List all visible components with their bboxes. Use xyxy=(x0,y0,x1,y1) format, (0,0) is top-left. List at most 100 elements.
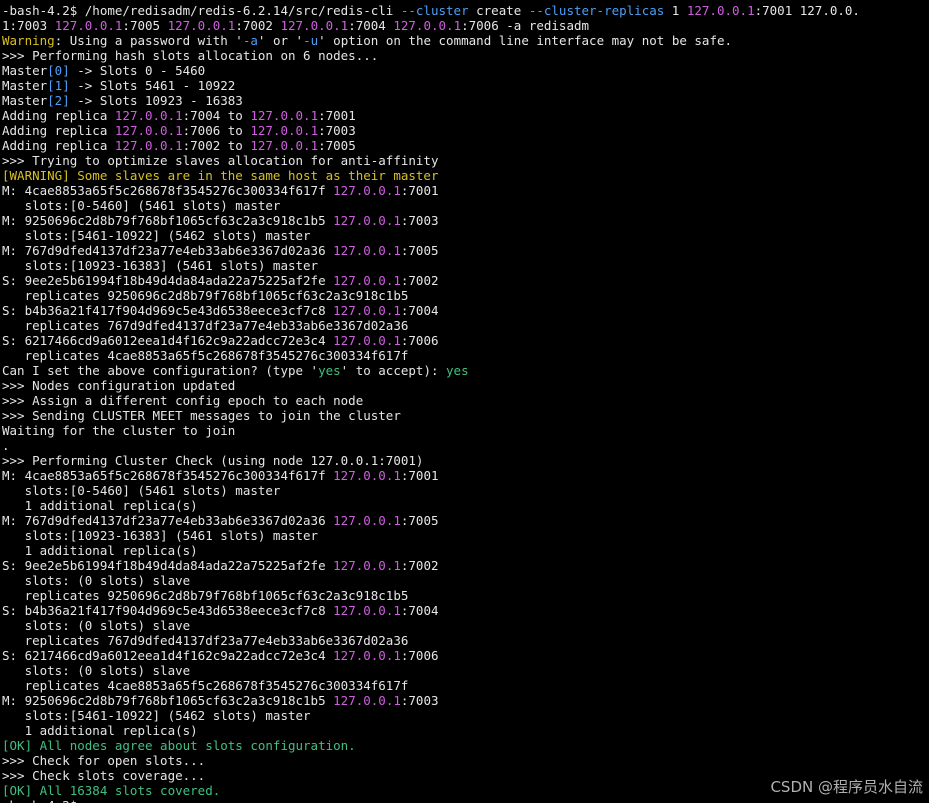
terminal-text-segment: >>> Performing Cluster Check (using node… xyxy=(2,453,424,468)
terminal-line: M: 767d9dfed4137df23a77e4eb33ab6e3367d02… xyxy=(2,243,929,258)
terminal-text-segment: 127.0.0.1 xyxy=(333,513,401,528)
terminal-line: 1:7003 127.0.0.1:7005 127.0.0.1:7002 127… xyxy=(2,18,929,33)
terminal-line: slots:[5461-10922] (5462 slots) master xyxy=(2,228,929,243)
terminal-text-segment: 1 additional replica(s) xyxy=(2,543,198,558)
terminal-line: -bash-4.2$ /home/redisadm/redis-6.2.14/s… xyxy=(2,3,929,18)
terminal-text-segment: :7003 xyxy=(400,693,439,708)
terminal-text-segment: -> Slots 0 - 5460 xyxy=(69,63,206,78)
terminal-text-segment: S: 6217466cd9a6012eea1d4f162c9a22adcc72e… xyxy=(2,333,334,348)
terminal-text-segment: slots:[0-5460] (5461 slots) master xyxy=(2,198,281,213)
terminal-text-segment: :7006 to xyxy=(182,123,251,138)
terminal-line: slots: (0 slots) slave xyxy=(2,663,929,678)
terminal-text-segment: S: 9ee2e5b61994f18b49d4da84ada22a75225af… xyxy=(2,273,334,288)
terminal-text-segment: 127.0.0.1 xyxy=(333,693,401,708)
terminal-line: slots:[10923-16383] (5461 slots) master xyxy=(2,258,929,273)
terminal-line: -bash-4.2$ xyxy=(2,798,929,803)
terminal-text-segment: 127.0.0.1 xyxy=(333,303,401,318)
terminal-text-segment: Warning xyxy=(2,33,55,48)
terminal-line: >>> Sending CLUSTER MEET messages to joi… xyxy=(2,408,929,423)
terminal-line: S: 9ee2e5b61994f18b49d4da84ada22a75225af… xyxy=(2,558,929,573)
terminal-text-segment: 127.0.0.1 xyxy=(250,123,319,138)
terminal-text-segment: :7001 xyxy=(400,468,439,483)
terminal-text-segment: S: b4b36a21f417f904d969c5e43d6538eece3cf… xyxy=(2,303,334,318)
terminal-line: >>> Check for open slots... xyxy=(2,753,929,768)
terminal-text-segment: >>> Sending CLUSTER MEET messages to joi… xyxy=(2,408,401,423)
terminal-text-segment: M: 9250696c2d8b79f768bf1065cf63c2a3c918c… xyxy=(2,693,334,708)
terminal-text-segment: --cluster-replicas xyxy=(528,3,665,18)
terminal-text-segment: replicates 9250696c2d8b79f768bf1065cf63c… xyxy=(2,588,409,603)
terminal-line: replicates 9250696c2d8b79f768bf1065cf63c… xyxy=(2,288,929,303)
terminal-text-segment: slots:[5461-10922] (5462 slots) master xyxy=(2,228,311,243)
terminal-line: M: 9250696c2d8b79f768bf1065cf63c2a3c918c… xyxy=(2,213,929,228)
terminal-line: [OK] All nodes agree about slots configu… xyxy=(2,738,929,753)
terminal-text-segment: >>> Performing hash slots allocation on … xyxy=(2,48,379,63)
terminal-line: >>> Assign a different config epoch to e… xyxy=(2,393,929,408)
terminal-line: >>> Trying to optimize slaves allocation… xyxy=(2,153,929,168)
terminal-text-segment: S: b4b36a21f417f904d969c5e43d6538eece3cf… xyxy=(2,603,334,618)
terminal-text-segment: slots: (0 slots) slave xyxy=(2,618,191,633)
terminal-text-segment: :7006 xyxy=(400,333,439,348)
terminal-text-segment: M: 767d9dfed4137df23a77e4eb33ab6e3367d02… xyxy=(2,243,334,258)
terminal-text-segment: 127.0.0.1 xyxy=(280,18,349,33)
terminal-text-segment: . xyxy=(2,438,10,453)
terminal-text-segment: -> Slots 10923 - 16383 xyxy=(69,93,243,108)
terminal-line: >>> Performing Cluster Check (using node… xyxy=(2,453,929,468)
terminal-text-segment: : Using a password with ' xyxy=(54,33,243,48)
terminal-text-segment: Can I set the above configuration? (type… xyxy=(2,363,319,378)
terminal-line: replicates 4cae8853a65f5c268678f3545276c… xyxy=(2,678,929,693)
terminal-text-segment: :7003 xyxy=(318,123,356,138)
terminal-line: Master[1] -> Slots 5461 - 10922 xyxy=(2,78,929,93)
terminal-text-segment: :7002 xyxy=(400,558,439,573)
terminal-line: slots:[0-5460] (5461 slots) master xyxy=(2,483,929,498)
terminal-text-segment: slots: (0 slots) slave xyxy=(2,663,191,678)
terminal-text-segment: 127.0.0.1 xyxy=(250,108,319,123)
terminal-text-segment: slots:[10923-16383] (5461 slots) master xyxy=(2,528,319,543)
terminal-text-segment: :7004 xyxy=(400,303,439,318)
terminal-line: Adding replica 127.0.0.1:7006 to 127.0.0… xyxy=(2,123,929,138)
terminal-text-segment: :7004 xyxy=(348,18,394,33)
terminal-text-segment: S: 9ee2e5b61994f18b49d4da84ada22a75225af… xyxy=(2,558,334,573)
terminal-text-segment: -bash-4.2$ xyxy=(2,798,85,803)
terminal-line: M: 4cae8853a65f5c268678f3545276c300334f6… xyxy=(2,468,929,483)
terminal-text-segment: [WARNING] Some slaves are in the same ho… xyxy=(2,168,439,183)
terminal-text-segment: >>> Trying to optimize slaves allocation… xyxy=(2,153,439,168)
terminal-line: S: b4b36a21f417f904d969c5e43d6538eece3cf… xyxy=(2,603,929,618)
terminal-line: [WARNING] Some slaves are in the same ho… xyxy=(2,168,929,183)
terminal-text-segment: slots: (0 slots) slave xyxy=(2,573,191,588)
terminal-line: 1 additional replica(s) xyxy=(2,543,929,558)
terminal-text-segment: 127.0.0.1 xyxy=(333,273,401,288)
terminal-line: slots:[5461-10922] (5462 slots) master xyxy=(2,708,929,723)
terminal-text-segment: 127.0.0.1 xyxy=(167,18,236,33)
terminal-text-segment: 127.0.0.1 xyxy=(686,3,755,18)
terminal-line: slots: (0 slots) slave xyxy=(2,573,929,588)
terminal-output[interactable]: -bash-4.2$ /home/redisadm/redis-6.2.14/s… xyxy=(0,0,929,803)
terminal-text-segment: [1] xyxy=(47,78,70,93)
terminal-text-segment: :7002 to xyxy=(182,138,251,153)
terminal-text-segment: >>> Check for open slots... xyxy=(2,753,206,768)
terminal-text-segment: ' option on the command line interface m… xyxy=(318,33,733,48)
terminal-text-segment: -u xyxy=(303,33,319,48)
terminal-text-segment: :7002 xyxy=(400,273,439,288)
terminal-line: slots:[0-5460] (5461 slots) master xyxy=(2,198,929,213)
terminal-line: Warning: Using a password with '-a' or '… xyxy=(2,33,929,48)
terminal-text-segment: Adding replica xyxy=(2,108,115,123)
terminal-line: slots:[10923-16383] (5461 slots) master xyxy=(2,528,929,543)
terminal-line: M: 9250696c2d8b79f768bf1065cf63c2a3c918c… xyxy=(2,693,929,708)
terminal-text-segment: create xyxy=(468,3,529,18)
terminal-text-segment: replicates 9250696c2d8b79f768bf1065cf63c… xyxy=(2,288,409,303)
terminal-text-segment: replicates 4cae8853a65f5c268678f3545276c… xyxy=(2,348,409,363)
terminal-text-segment: ' or ' xyxy=(257,33,304,48)
terminal-text-segment: 1:7003 xyxy=(2,18,55,33)
terminal-text-segment: 127.0.0.1 xyxy=(333,648,401,663)
terminal-text-segment: 127.0.0.1 xyxy=(333,183,401,198)
terminal-text-segment: Adding replica xyxy=(2,123,115,138)
terminal-text-segment: :7005 xyxy=(318,138,356,153)
terminal-text-segment: Master xyxy=(2,63,48,78)
terminal-text-segment: :7001 xyxy=(400,183,439,198)
terminal-text-segment: -bash-4.2$ /home/redisadm/redis-6.2.14/s… xyxy=(2,3,401,18)
terminal-line: M: 4cae8853a65f5c268678f3545276c300334f6… xyxy=(2,183,929,198)
terminal-text-segment: slots:[10923-16383] (5461 slots) master xyxy=(2,258,319,273)
terminal-line: >>> Nodes configuration updated xyxy=(2,378,929,393)
terminal-text-segment: :7005 xyxy=(400,243,439,258)
terminal-text-segment: --cluster xyxy=(400,3,469,18)
